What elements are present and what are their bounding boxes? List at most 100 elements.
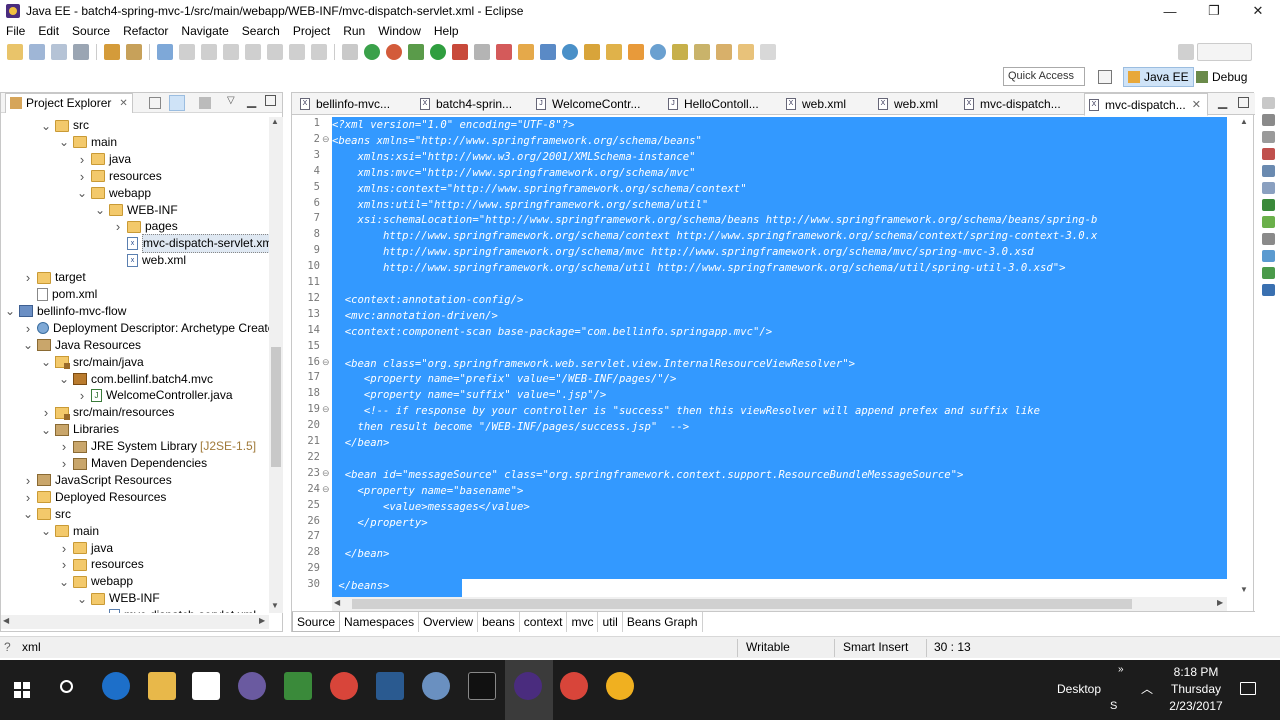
junit-icon[interactable] [1262, 267, 1275, 279]
explorer-horizontal-scrollbar[interactable]: ◀ ▶ [1, 615, 269, 629]
editor-page-tab-overview[interactable]: Overview [419, 612, 479, 632]
filter-icon[interactable] [199, 97, 211, 109]
editor-tab[interactable]: Xweb.xml [782, 93, 874, 115]
chevron-down-icon[interactable]: ⌄ [23, 339, 33, 351]
tree-item[interactable]: › src/main/resources [41, 404, 175, 421]
tree-item[interactable]: ⌄ bellinfo-mvc-flow [5, 303, 126, 320]
open-console-icon[interactable] [342, 44, 358, 60]
store-icon[interactable] [192, 672, 220, 700]
pin-icon[interactable] [672, 44, 688, 60]
chevron-down-icon[interactable]: ⌄ [59, 373, 69, 385]
restore-icon[interactable] [1262, 97, 1275, 109]
chevron-down-icon[interactable]: ⌄ [23, 508, 33, 520]
tree-item[interactable]: x mvc-dispatch-servlet.xml [95, 607, 256, 613]
chevron-right-icon[interactable]: › [113, 218, 123, 235]
step-into-icon[interactable] [267, 44, 283, 60]
editor-tab[interactable]: Xmvc-dispatch... [960, 93, 1084, 115]
tree-item[interactable]: › target [23, 269, 86, 286]
chevron-down-icon[interactable]: ⌄ [41, 525, 51, 537]
fold-toggle-icon[interactable]: ⊖ [322, 404, 330, 415]
search-icon[interactable] [606, 44, 622, 60]
menu-navigate[interactable]: Navigate [181, 24, 228, 38]
chevron-down-icon[interactable]: ⌄ [41, 356, 51, 368]
close-button[interactable]: ✕ [1238, 0, 1278, 22]
editor-page-tab-namespaces[interactable]: Namespaces [340, 612, 420, 632]
tree-item[interactable]: pom.xml [23, 286, 97, 303]
tree-item[interactable]: x web.xml [113, 252, 186, 269]
mysql-workbench-icon[interactable] [376, 672, 404, 700]
editor-page-tab-mvc[interactable]: mvc [567, 612, 599, 632]
chevron-right-icon[interactable]: › [59, 455, 69, 472]
tree-item[interactable]: › resources [77, 168, 162, 185]
chevron-right-icon[interactable]: › [23, 269, 33, 286]
chevron-right-icon[interactable]: › [59, 540, 69, 557]
new-icon[interactable] [7, 44, 23, 60]
chevron-down-icon[interactable]: ⌄ [59, 136, 69, 148]
menu-edit[interactable]: Edit [38, 24, 59, 38]
chevron-right-icon[interactable]: › [77, 151, 87, 168]
project-explorer-tab[interactable]: Project Explorer ✕ [5, 92, 133, 113]
maximize-view-icon[interactable] [265, 95, 276, 106]
forward-icon[interactable] [760, 44, 776, 60]
editor-page-tab-util[interactable]: util [598, 612, 623, 632]
chevron-right-icon[interactable]: › [59, 556, 69, 573]
file-explorer-icon[interactable] [148, 672, 176, 700]
grid-icon[interactable] [1178, 44, 1194, 60]
save-all-icon[interactable] [51, 44, 67, 60]
tree-item[interactable]: ⌄ WEB-INF [95, 202, 178, 219]
menu-file[interactable]: File [6, 24, 25, 38]
tree-item[interactable]: › resources [59, 556, 144, 573]
tree-item[interactable]: ⌄ WEB-INF [77, 590, 160, 607]
close-icon[interactable]: ✕ [119, 98, 127, 109]
data-source-icon[interactable] [1262, 199, 1275, 211]
menu-refactor[interactable]: Refactor [123, 24, 168, 38]
desktop-toolbar-label[interactable]: Desktop [1057, 682, 1101, 696]
scroll-right-icon[interactable]: ▶ [259, 616, 265, 625]
app-disk-icon[interactable] [238, 672, 266, 700]
scroll-left-icon[interactable]: ◀ [3, 616, 9, 625]
properties-icon[interactable] [1262, 165, 1275, 177]
fold-toggle-icon[interactable]: ⊖ [322, 484, 330, 495]
chevron-right-icon[interactable]: › [23, 320, 33, 337]
toolbar-expand-icon[interactable]: » [1118, 664, 1124, 675]
console-icon[interactable] [1262, 233, 1275, 245]
open-folder-icon[interactable] [628, 44, 644, 60]
editor-page-tab-beans-graph[interactable]: Beans Graph [623, 612, 703, 632]
perspective-debug[interactable]: Debug [1192, 67, 1251, 87]
chevron-down-icon[interactable]: ⌄ [5, 305, 15, 317]
menu-run[interactable]: Run [343, 24, 365, 38]
link-with-editor-icon[interactable] [169, 95, 185, 111]
markers-icon[interactable] [1262, 148, 1275, 160]
editor-page-tab-beans[interactable]: beans [478, 612, 520, 632]
outline-icon[interactable] [1262, 114, 1275, 126]
menu-source[interactable]: Source [72, 24, 110, 38]
chevron-down-icon[interactable]: ⌄ [77, 187, 87, 199]
minimize-editor-icon[interactable]: ▁ [1218, 95, 1227, 109]
new-web-service-icon[interactable] [562, 44, 578, 60]
action-center-icon[interactable] [1240, 682, 1256, 695]
skip-breakpoints-icon[interactable] [179, 44, 195, 60]
editor-tab[interactable]: Xbatch4-sprin... [416, 93, 532, 115]
close-tab-icon[interactable]: ✕ [1192, 98, 1201, 111]
debug-icon[interactable] [408, 44, 424, 60]
tree-item[interactable]: › JRE System Library [J2SE-1.5] [59, 438, 256, 455]
tree-item[interactable]: › J WelcomeController.java [77, 387, 233, 404]
editor-page-tab-context[interactable]: context [520, 612, 568, 632]
edge-icon[interactable] [102, 672, 130, 700]
menu-help[interactable]: Help [434, 24, 459, 38]
open-task-icon[interactable] [584, 44, 600, 60]
tree-item[interactable]: › java [59, 540, 113, 557]
tree-item[interactable]: ⌄ src [41, 117, 89, 134]
save-icon[interactable] [29, 44, 45, 60]
stop-server-icon[interactable] [386, 44, 402, 60]
search-view-icon[interactable] [1262, 284, 1275, 296]
toolbar-combo[interactable] [1197, 43, 1252, 61]
eclipse-icon[interactable] [514, 672, 542, 700]
quick-access-field[interactable]: Quick Access [1003, 67, 1085, 86]
chevron-right-icon[interactable]: › [59, 438, 69, 455]
perspective-java-ee[interactable]: Java EE [1123, 67, 1194, 87]
tree-item[interactable]: ⌄ src [23, 506, 71, 523]
external-tools-icon[interactable] [452, 44, 468, 60]
tree-item[interactable]: › Deployed Resources [23, 489, 167, 506]
notepad-plus-icon[interactable] [284, 672, 312, 700]
